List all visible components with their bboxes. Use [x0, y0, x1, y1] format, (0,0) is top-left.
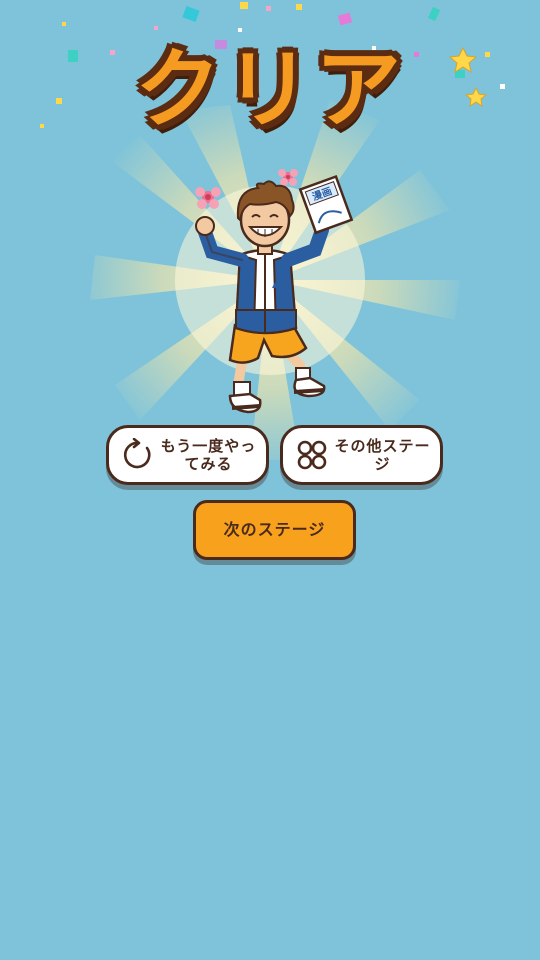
- celebrating-boy-illustration: 漫画: [195, 169, 354, 414]
- retry-icon: [123, 438, 151, 469]
- game-clear-screen: クリア 漫画 もう一度やってみる その他ステージ 次のステージ: [0, 0, 540, 960]
- grid-icon: [297, 440, 327, 470]
- clear-title: クリア: [135, 40, 405, 140]
- next-stage-button[interactable]: 次のステージ: [193, 500, 356, 560]
- other-stages-button-label: その他ステージ: [334, 437, 431, 473]
- flower-icon: [195, 187, 221, 209]
- retry-button-label: もう一度やってみる: [160, 437, 257, 473]
- retry-button[interactable]: もう一度やってみる: [106, 425, 269, 485]
- flower-icon: [278, 169, 298, 186]
- next-stage-button-label: 次のステージ: [223, 520, 326, 539]
- other-stages-button[interactable]: その他ステージ: [280, 425, 443, 485]
